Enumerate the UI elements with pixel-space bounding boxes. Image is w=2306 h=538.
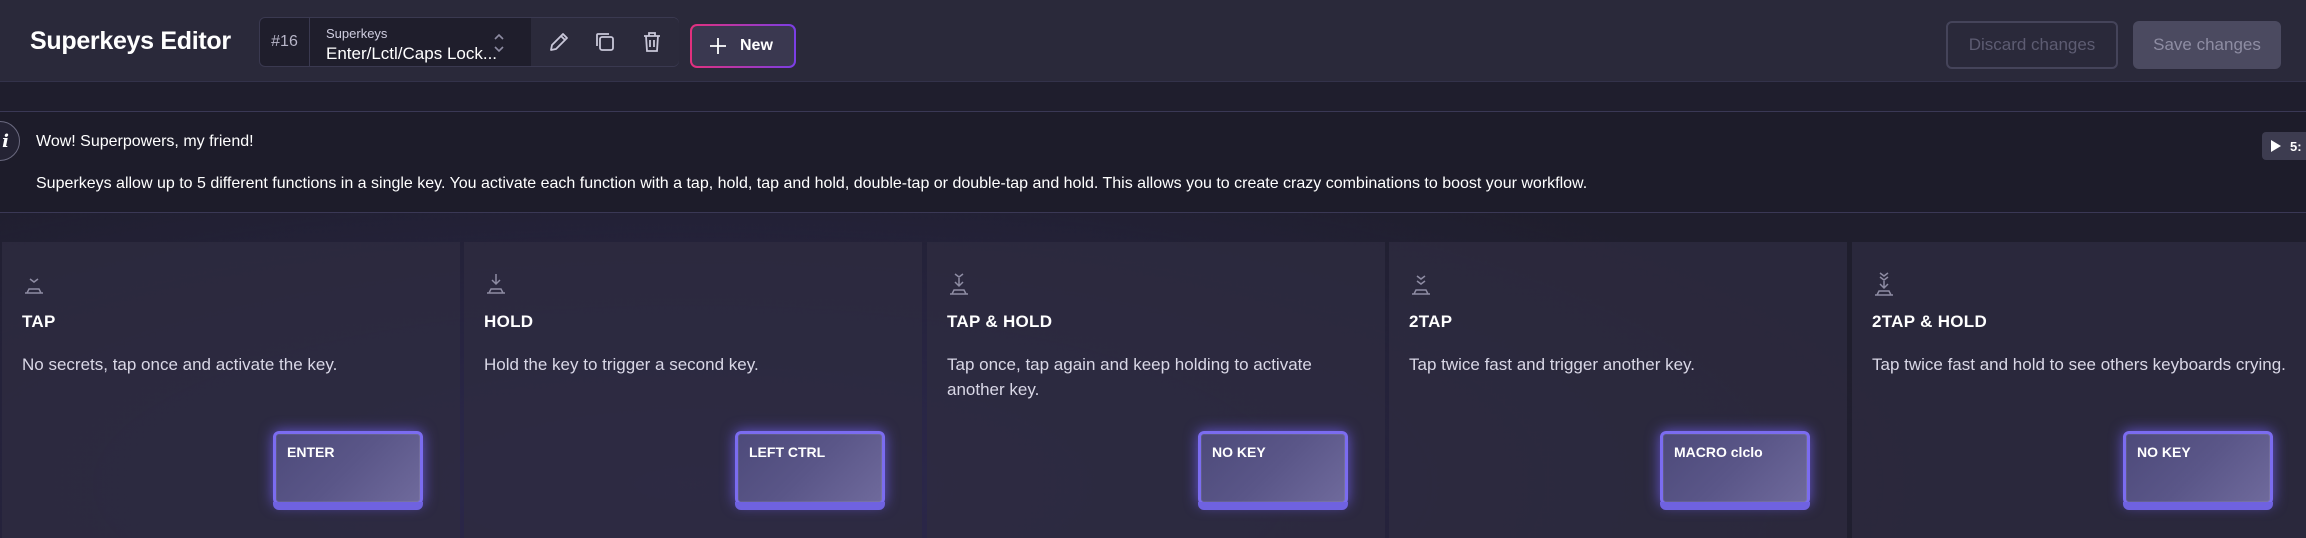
card-title: 2TAP & HOLD — [1872, 312, 1988, 331]
key-button[interactable]: NO KEY — [2123, 431, 2273, 510]
card-description: Tap twice fast and trigger another key. — [1409, 355, 1696, 374]
save-changes-button[interactable]: Save changes — [2133, 21, 2281, 69]
edit-button[interactable] — [545, 28, 573, 56]
key-button[interactable]: LEFT CTRL — [735, 431, 885, 510]
delete-button[interactable] — [638, 28, 666, 56]
superkey-id: #16 — [260, 18, 310, 66]
card-tap: TAP No secrets, tap once and activate th… — [2, 242, 460, 538]
key-button[interactable]: ENTER — [273, 431, 423, 510]
key-button[interactable]: MACRO clclo — [1660, 431, 1810, 510]
tap-icon — [25, 278, 43, 294]
double-tap-hold-icon — [1875, 272, 1893, 296]
new-label: New — [740, 37, 773, 54]
copy-icon — [596, 33, 614, 51]
card-description: Tap once, tap again and keep holding to … — [947, 355, 1312, 399]
new-superkey-button[interactable]: New — [690, 24, 796, 68]
pencil-icon — [550, 33, 568, 51]
key-button[interactable]: NO KEY — [1198, 431, 1348, 510]
superkey-selector[interactable]: #16 Superkeys Enter/Lctl/Caps Lock... — [259, 17, 679, 67]
key-label: MACRO clclo — [1674, 444, 1763, 460]
info-banner: i Wow! Superpowers, my friend! Superkeys… — [0, 111, 2306, 213]
card-description: No secrets, tap once and activate the ke… — [22, 355, 338, 374]
card-title: TAP & HOLD — [947, 312, 1053, 331]
info-text: Superkeys allow up to 5 different functi… — [36, 175, 1588, 192]
card-title: HOLD — [484, 312, 534, 331]
card-description: Tap twice fast and hold to see others ke… — [1872, 355, 2286, 374]
chevron-updown-icon[interactable] — [492, 30, 506, 56]
card-title: 2TAP — [1409, 312, 1453, 331]
key-label: ENTER — [287, 444, 335, 460]
play-icon — [2271, 140, 2281, 152]
selector-actions — [531, 18, 679, 66]
top-bar: Superkeys Editor #16 Superkeys Enter/Lct… — [0, 0, 2306, 82]
key-label: NO KEY — [2137, 444, 2191, 460]
card-2tap: 2TAP Tap twice fast and trigger another … — [1389, 242, 1847, 538]
card-description: Hold the key to trigger a second key. — [484, 355, 759, 374]
app-title: Superkeys Editor — [30, 27, 231, 55]
info-title: Wow! Superpowers, my friend! — [36, 133, 254, 150]
card-title: TAP — [22, 312, 56, 331]
double-tap-icon — [1412, 275, 1430, 295]
superkey-category: Superkeys — [326, 26, 388, 41]
video-duration: 5: — [2290, 138, 2302, 154]
duplicate-button[interactable] — [591, 28, 619, 56]
hold-icon — [487, 274, 505, 294]
video-button[interactable]: 5: — [2262, 132, 2306, 160]
card-tap-hold: TAP & HOLD Tap once, tap again and keep … — [927, 242, 1385, 538]
key-label: NO KEY — [1212, 444, 1266, 460]
tap-hold-icon — [950, 273, 968, 295]
plus-icon — [710, 38, 726, 54]
key-label: LEFT CTRL — [749, 444, 826, 460]
trash-icon — [644, 32, 660, 52]
card-hold: HOLD Hold the key to trigger a second ke… — [464, 242, 922, 538]
superkey-name: Enter/Lctl/Caps Lock... — [326, 44, 498, 63]
card-2tap-hold: 2TAP & HOLD Tap twice fast and hold to s… — [1852, 242, 2306, 538]
info-icon: i — [0, 121, 20, 161]
discard-changes-button[interactable]: Discard changes — [1946, 21, 2118, 69]
